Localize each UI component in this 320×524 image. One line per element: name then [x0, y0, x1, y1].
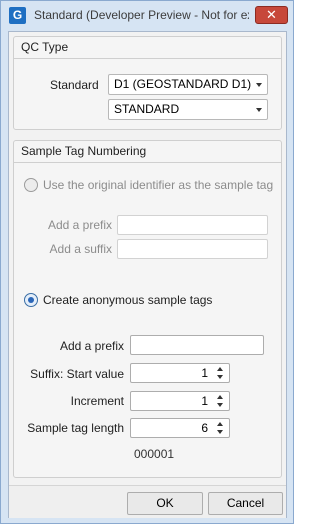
- window-title: Standard (Developer Preview - Not for ex: [34, 8, 249, 22]
- dialog-window: G Standard (Developer Preview - Not for …: [0, 0, 294, 524]
- radio-selected-dot: [28, 297, 34, 303]
- start-value: 1: [201, 366, 208, 380]
- cancel-button[interactable]: Cancel: [208, 492, 283, 515]
- sample-tag-group: Sample Tag Numbering Use the original id…: [13, 140, 282, 478]
- dialog-body: QC Type Standard D1 (GEOSTANDARD D1) STA…: [8, 31, 287, 518]
- anonymous-tags-label[interactable]: Create anonymous sample tags: [43, 293, 212, 307]
- anonymous-prefix-input[interactable]: [130, 335, 264, 355]
- original-suffix-input[interactable]: [117, 239, 268, 259]
- increment-value: 1: [201, 394, 208, 408]
- chevron-down-icon: [256, 83, 262, 87]
- button-bar: OK Cancel: [9, 485, 286, 518]
- tag-length-value: 6: [201, 421, 208, 435]
- title-bar[interactable]: G Standard (Developer Preview - Not for …: [1, 1, 293, 31]
- qc-type-dropdown-value: STANDARD: [114, 102, 180, 116]
- standard-dropdown-value: D1 (GEOSTANDARD D1): [114, 77, 252, 91]
- anonymous-prefix-label: Add a prefix: [59, 339, 124, 353]
- sample-tag-header: Sample Tag Numbering: [14, 141, 281, 163]
- standard-label: Standard: [50, 78, 99, 92]
- spin-arrows-icon[interactable]: [217, 395, 224, 408]
- spin-arrows-icon[interactable]: [217, 367, 224, 380]
- start-value-label: Suffix: Start value: [30, 367, 124, 381]
- close-icon: ✕: [266, 7, 277, 22]
- standard-dropdown[interactable]: D1 (GEOSTANDARD D1): [108, 74, 268, 95]
- ok-button[interactable]: OK: [127, 492, 203, 515]
- close-button[interactable]: ✕: [255, 6, 288, 24]
- tag-preview: 000001: [134, 447, 175, 461]
- start-value-stepper[interactable]: 1: [130, 363, 230, 383]
- increment-stepper[interactable]: 1: [130, 391, 230, 411]
- qc-type-group: QC Type Standard D1 (GEOSTANDARD D1) STA…: [13, 36, 282, 130]
- tag-length-stepper[interactable]: 6: [130, 418, 230, 438]
- qc-type-dropdown[interactable]: STANDARD: [108, 99, 268, 120]
- original-prefix-input[interactable]: [117, 215, 268, 235]
- chevron-down-icon: [256, 108, 262, 112]
- anonymous-tags-radio[interactable]: [24, 293, 38, 307]
- original-identifier-radio[interactable]: [24, 178, 38, 192]
- original-identifier-label[interactable]: Use the original identifier as the sampl…: [43, 178, 273, 192]
- spin-arrows-icon[interactable]: [217, 422, 224, 435]
- qc-type-header: QC Type: [14, 37, 281, 59]
- app-icon: G: [9, 7, 26, 24]
- original-suffix-label: Add a suffix: [49, 242, 112, 256]
- original-prefix-label: Add a prefix: [47, 218, 112, 232]
- tag-length-label: Sample tag length: [27, 421, 124, 435]
- increment-label: Increment: [70, 394, 124, 408]
